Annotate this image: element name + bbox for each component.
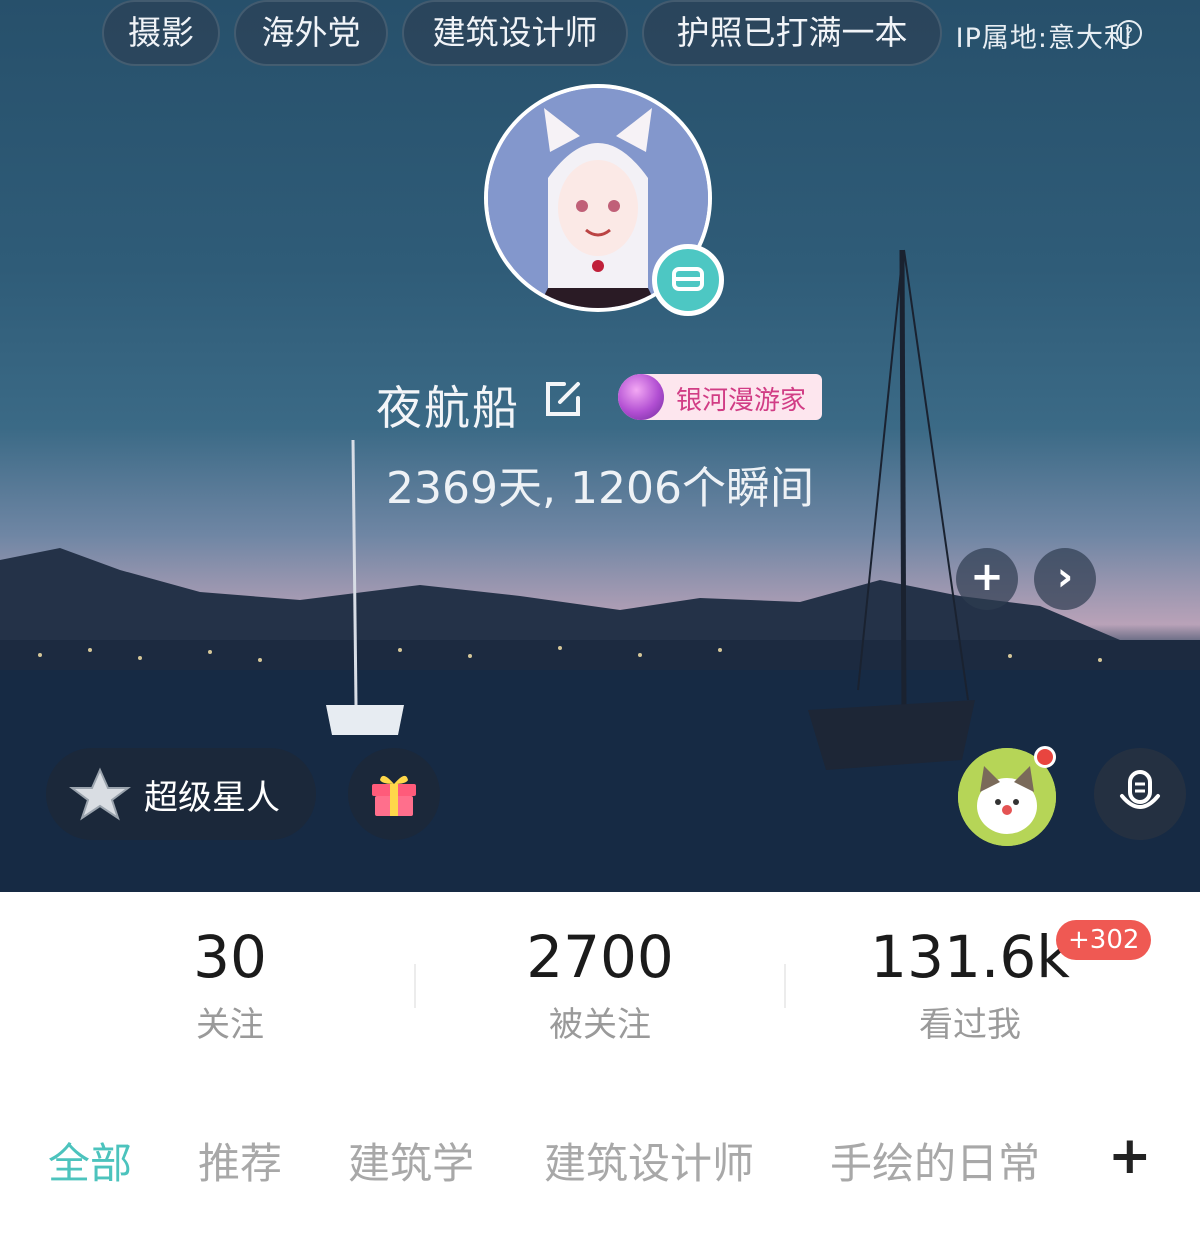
followers-label: 被关注	[549, 1004, 651, 1045]
following-stat[interactable]: 30 关注	[80, 924, 380, 1046]
tab-architecture[interactable]: 建筑学	[348, 1130, 474, 1191]
tag-chip[interactable]: 护照已打满一本	[642, 0, 942, 66]
level-badge[interactable]: 银河漫游家	[618, 374, 822, 420]
notification-dot	[1034, 746, 1056, 768]
super-star-label: 超级星人	[144, 778, 280, 818]
avatar-frame-icon[interactable]	[652, 244, 724, 316]
visitors-delta-badge: +302	[1056, 920, 1152, 960]
voice-button[interactable]	[1094, 748, 1186, 840]
super-star-button[interactable]: 超级星人	[46, 748, 316, 840]
edit-icon[interactable]	[540, 378, 584, 422]
tab-all[interactable]: 全部	[48, 1130, 132, 1191]
stat-divider	[414, 964, 416, 1008]
mic-icon	[1120, 770, 1160, 809]
stat-divider	[784, 964, 786, 1008]
gift-button[interactable]	[348, 748, 440, 840]
followers-count: 2700	[526, 923, 674, 991]
gift-icon	[372, 775, 416, 816]
tab-architect[interactable]: 建筑设计师	[544, 1130, 754, 1191]
tag-chip[interactable]: 海外党	[234, 0, 388, 66]
plus-icon[interactable]: +	[1108, 1126, 1152, 1186]
followers-stat[interactable]: 2700 被关注	[450, 924, 750, 1046]
content-tabs: 全部 推荐 建筑学 建筑设计师 手绘的日常 +	[0, 1126, 1200, 1200]
profile-cover: IP属地:意大利 ? 夜航船 银河漫游家 2369天, 1206个瞬间 摄影 海…	[0, 0, 1200, 892]
tab-hand-drawn-daily[interactable]: 手绘的日常	[830, 1130, 1040, 1191]
username: 夜航船	[376, 381, 520, 435]
galaxy-badge-icon	[618, 374, 664, 420]
plus-icon[interactable]: +	[956, 548, 1018, 610]
following-count: 30	[193, 923, 267, 991]
question-icon[interactable]: ?	[1116, 20, 1142, 46]
tab-recommended[interactable]: 推荐	[198, 1130, 282, 1191]
tag-chip[interactable]: 摄影	[102, 0, 220, 66]
name-row: 夜航船 银河漫游家	[0, 370, 1200, 435]
ip-location: IP属地:意大利	[955, 23, 1132, 54]
level-badge-label: 银河漫游家	[676, 386, 807, 416]
tag-chip[interactable]: 建筑设计师	[402, 0, 628, 66]
chevron-right-icon[interactable]: ›	[1034, 548, 1096, 610]
profile-stats: 30 关注 2700 被关注 131.6k 看过我 +302	[0, 892, 1200, 1082]
following-label: 关注	[196, 1004, 264, 1045]
visitors-label: 看过我	[919, 1004, 1021, 1045]
super-star-icon	[69, 767, 131, 821]
days-moments-summary: 2369天, 1206个瞬间	[386, 463, 814, 514]
